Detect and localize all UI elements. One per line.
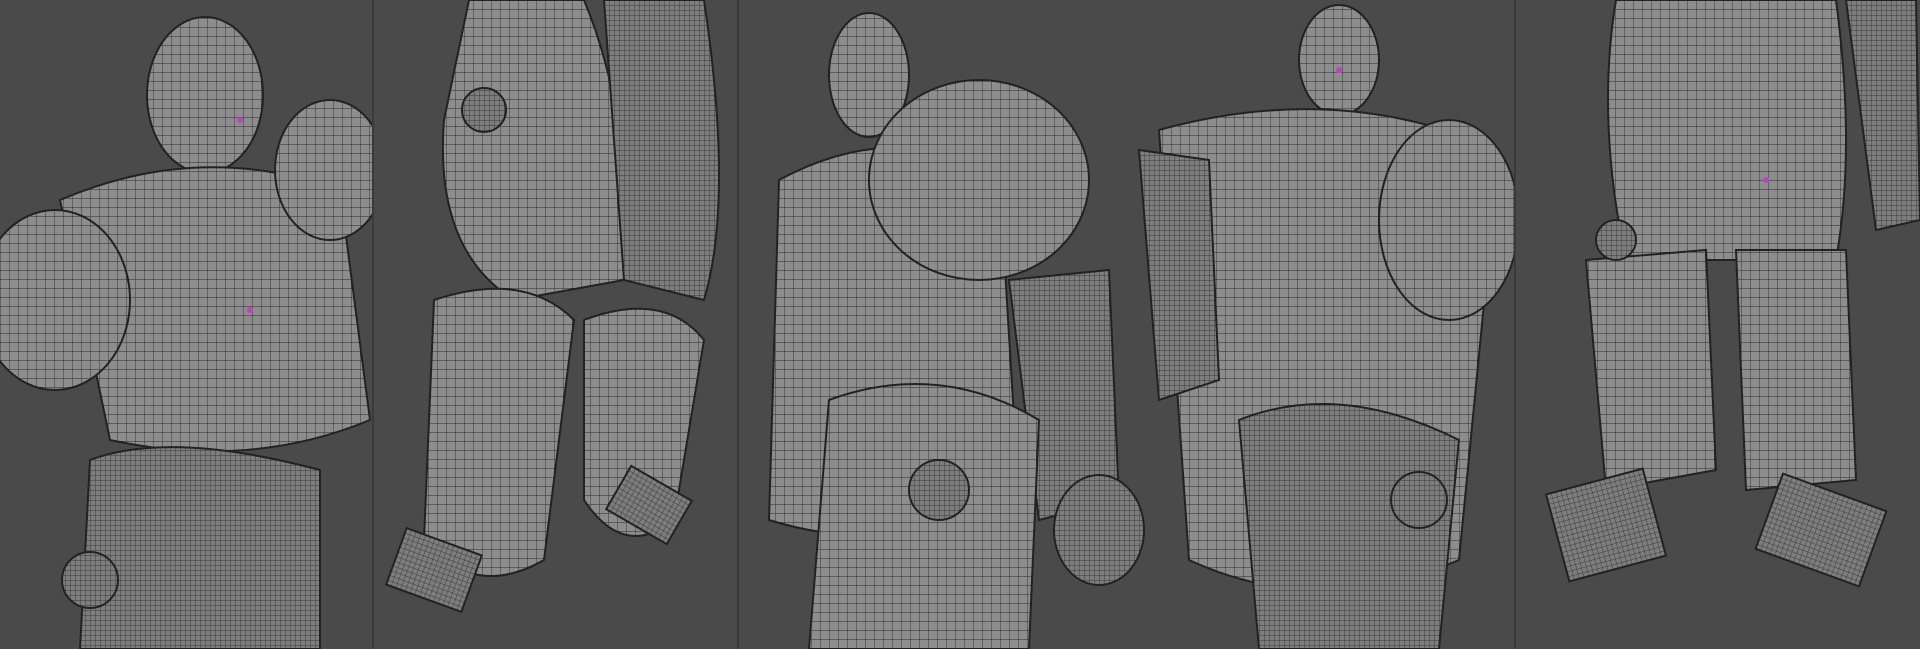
render-panel-back-legs: [1516, 0, 1920, 649]
wireframe-render-sheet: [0, 0, 1920, 649]
robot-full-body-render: [767, 4, 1515, 649]
render-panel-front-torso: [0, 0, 373, 649]
render-panel-side-legs: [374, 0, 737, 649]
robot-legs-render: [384, 0, 720, 614]
robot-back-legs-render: [1544, 0, 1920, 588]
render-panel-side-and-back: [739, 0, 1515, 649]
robot-torso-render: [0, 16, 373, 649]
